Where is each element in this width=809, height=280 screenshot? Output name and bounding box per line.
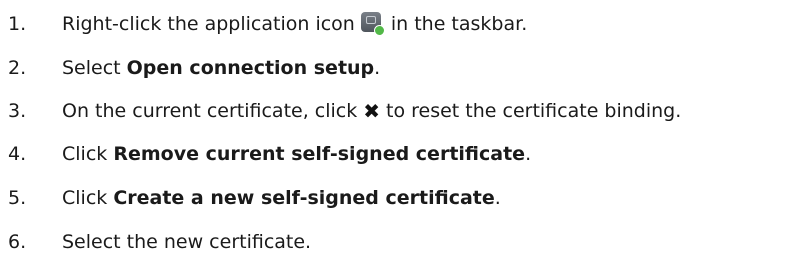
step-text-after: . — [494, 187, 501, 209]
step-text-after: . — [525, 143, 532, 165]
step-text-before: On the current certificate, click — [62, 100, 358, 122]
step-number: 2. — [8, 57, 27, 79]
step-text-before: Click — [62, 143, 114, 165]
application-tray-icon — [360, 12, 385, 36]
step-number: 5. — [8, 187, 27, 209]
step-2: 2. Select Open connection setup . — [0, 48, 380, 88]
step-3: 3. On the current certificate, click ✖ t… — [0, 91, 681, 131]
step-ui-label-remove-certificate: Remove current self-signed certificate — [113, 143, 526, 165]
step-text-before: Select the new certificate. — [62, 231, 312, 253]
x-icon: ✖ — [363, 99, 381, 123]
step-text-before: Right-click the application icon — [62, 13, 355, 35]
step-number: 6. — [8, 231, 27, 253]
status-dot-icon — [373, 25, 385, 36]
step-text: Select Open connection setup . — [62, 56, 380, 80]
step-ui-label-open-connection-setup: Open connection setup — [126, 57, 375, 79]
step-text-after: in the taskbar. — [390, 13, 528, 35]
step-text: Click Remove current self-signed certifi… — [62, 142, 531, 166]
step-number: 1. — [8, 13, 27, 35]
step-text-before: Click — [62, 187, 114, 209]
step-number: 3. — [8, 100, 27, 122]
step-text: On the current certificate, click ✖ to r… — [62, 99, 681, 123]
step-1: 1. Right-click the application icon in t… — [0, 4, 527, 44]
step-text: Select the new certificate. — [62, 230, 311, 254]
step-text-after: to reset the certificate binding. — [386, 100, 682, 122]
step-text: Click Create a new self-signed certifica… — [62, 186, 501, 210]
step-number: 4. — [8, 143, 27, 165]
step-text-after: . — [374, 57, 381, 79]
step-4: 4. Click Remove current self-signed cert… — [0, 134, 531, 174]
step-text-before: Select — [62, 57, 127, 79]
step-5: 5. Click Create a new self-signed certif… — [0, 178, 501, 218]
step-6: 6. Select the new certificate. — [0, 222, 311, 262]
step-text: Right-click the application icon in the … — [62, 12, 527, 36]
instruction-steps-list: 1. Right-click the application icon in t… — [0, 0, 809, 280]
step-ui-label-create-certificate: Create a new self-signed certificate — [113, 187, 495, 209]
